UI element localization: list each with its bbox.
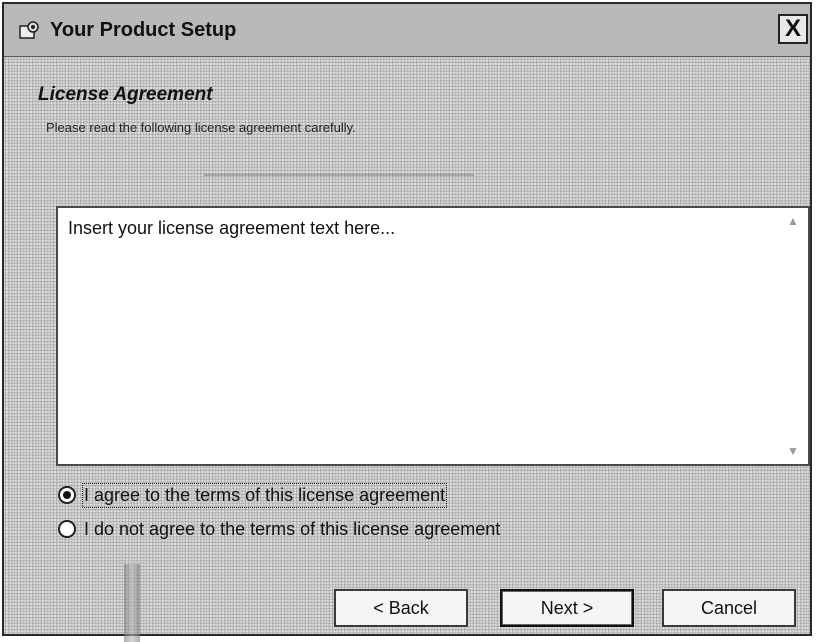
window-title: Your Product Setup — [50, 19, 237, 41]
decorative-strip — [124, 564, 140, 642]
license-text: Insert your license agreement text here.… — [68, 218, 396, 238]
setup-window: Your Product Setup X License Agreement P… — [2, 2, 812, 642]
disagree-option[interactable]: I do not agree to the terms of this lice… — [58, 516, 500, 542]
scroll-up-icon[interactable]: ▲ — [784, 212, 802, 230]
agree-label: I agree to the terms of this license agr… — [81, 482, 448, 508]
agree-radio[interactable] — [58, 486, 76, 504]
disagree-radio[interactable] — [58, 520, 76, 538]
setup-icon — [18, 20, 42, 42]
next-button[interactable]: Next > — [500, 589, 634, 627]
agree-option[interactable]: I agree to the terms of this license agr… — [58, 482, 448, 508]
page-title: License Agreement — [38, 84, 213, 105]
cancel-button[interactable]: Cancel — [662, 589, 796, 627]
close-button[interactable]: X — [778, 14, 808, 44]
back-button[interactable]: < Back — [334, 589, 468, 627]
disagree-label: I do not agree to the terms of this lice… — [84, 518, 501, 539]
header-divider — [204, 174, 474, 176]
license-textbox[interactable]: Insert your license agreement text here.… — [56, 206, 810, 466]
close-icon: X — [784, 15, 801, 42]
scroll-down-icon[interactable]: ▼ — [784, 442, 802, 460]
title-bar[interactable]: Your Product Setup X — [4, 4, 810, 57]
page-subtitle: Please read the following license agreem… — [46, 120, 356, 135]
